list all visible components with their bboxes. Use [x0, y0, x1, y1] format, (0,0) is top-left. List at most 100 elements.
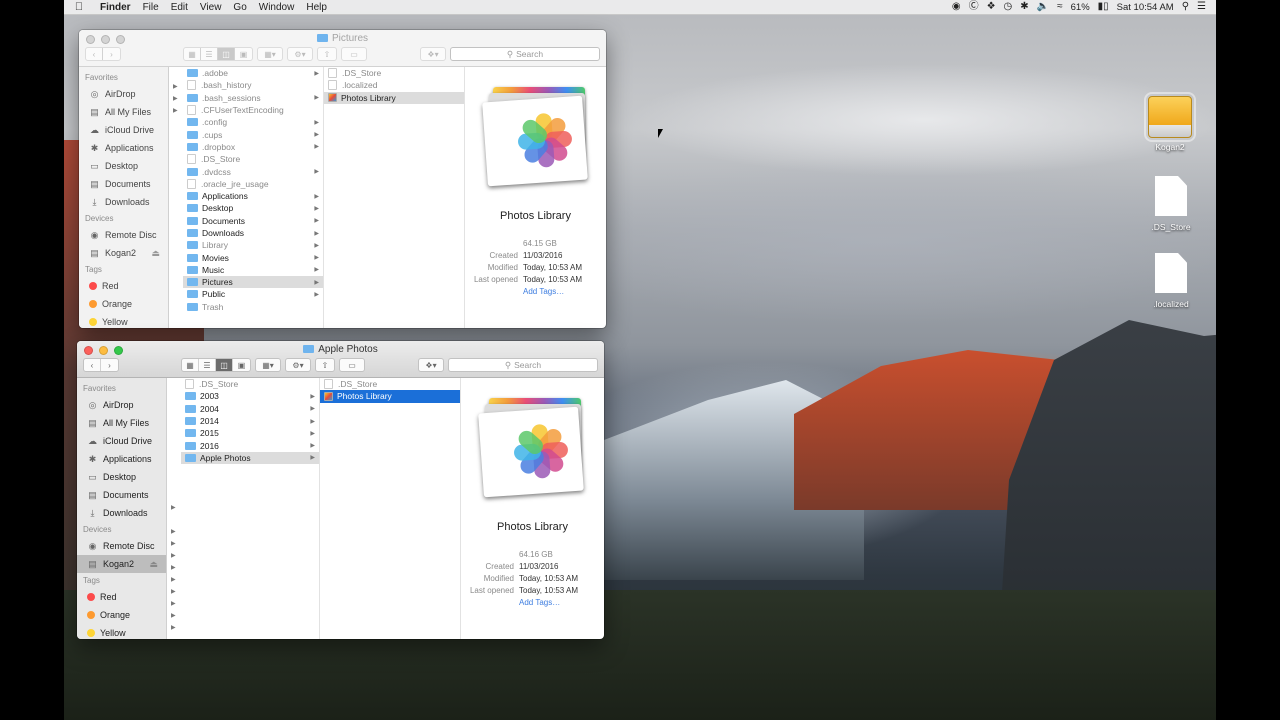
file-row[interactable]: .DS_Store: [183, 153, 323, 165]
file-row[interactable]: Trash: [183, 301, 323, 313]
dropbox-icon[interactable]: ❖: [987, 2, 996, 12]
action-gear-button[interactable]: ⚙▾: [287, 47, 313, 61]
search-field[interactable]: ⚲ Search: [450, 47, 600, 61]
file-row[interactable]: .bash_history: [183, 79, 323, 91]
disclosure-arrow-icon[interactable]: ▶: [173, 107, 178, 114]
column-view-button[interactable]: ◫: [216, 359, 233, 371]
volume-icon[interactable]: 🔈: [1037, 2, 1049, 12]
sidebar-tag-red[interactable]: Red: [79, 277, 168, 295]
file-row[interactable]: 2015 ▶: [181, 427, 319, 439]
sidebar-item-downloads[interactable]: ⤓ Downloads: [79, 193, 168, 211]
skype-icon[interactable]: Ⓒ: [969, 2, 979, 12]
dropbox-toolbar-button[interactable]: ❖▾: [418, 358, 444, 372]
disclosure-arrow-icon[interactable]: ▶: [171, 600, 176, 607]
desktop-icon-localized[interactable]: .localized: [1136, 253, 1206, 309]
sidebar-item-all-my-files[interactable]: ▤ All My Files: [77, 414, 166, 432]
file-row[interactable]: Photos Library: [320, 390, 460, 403]
share-button[interactable]: ⇧: [317, 47, 337, 61]
file-row[interactable]: 2003 ▶: [181, 390, 319, 402]
arrange-button[interactable]: ▦▾: [255, 358, 281, 372]
eject-icon[interactable]: ⏏: [151, 248, 160, 259]
sidebar-item-applications[interactable]: ✱ Applications: [79, 139, 168, 157]
file-row[interactable]: .cups ▶: [183, 128, 323, 140]
tags-button[interactable]: ▭: [341, 47, 367, 61]
sidebar-tag-yellow[interactable]: Yellow: [79, 313, 168, 328]
file-row[interactable]: Desktop ▶: [183, 202, 323, 214]
battery-percent[interactable]: 61%: [1071, 2, 1090, 13]
file-row[interactable]: Library ▶: [183, 239, 323, 251]
sidebar-item-documents[interactable]: ▤ Documents: [77, 486, 166, 504]
sidebar-item-icloud-drive[interactable]: ☁ iCloud Drive: [77, 432, 166, 450]
file-row[interactable]: .oracle_jre_usage: [183, 178, 323, 190]
dropbox-toolbar-button[interactable]: ❖▾: [420, 47, 446, 61]
wifi-icon[interactable]: ≈: [1057, 2, 1063, 12]
disclosure-arrow-icon[interactable]: ▶: [171, 564, 176, 571]
disclosure-arrow-icon[interactable]: ▶: [171, 528, 176, 535]
add-tags-link[interactable]: Add Tags…: [523, 287, 564, 296]
bluetooth-icon[interactable]: ✱: [1020, 2, 1028, 12]
disclosure-arrow-icon[interactable]: ▶: [171, 576, 176, 583]
forward-button[interactable]: ›: [103, 48, 120, 60]
disclosure-arrow-icon[interactable]: ▶: [171, 624, 176, 631]
file-row[interactable]: 2004 ▶: [181, 403, 319, 415]
disclosure-arrow-icon[interactable]: ▶: [171, 552, 176, 559]
file-row[interactable]: Applications ▶: [183, 190, 323, 202]
file-row[interactable]: Movies ▶: [183, 251, 323, 263]
finder-window-apple-photos[interactable]: Apple Photos ‹ › ▦ ☰ ◫ ▣ ▦▾ ⚙▾ ⇧ ▭ ❖▾ ⚲ Searc…: [77, 341, 604, 639]
file-row[interactable]: .dropbox ▶: [183, 141, 323, 153]
tags-button[interactable]: ▭: [339, 358, 365, 372]
file-row[interactable]: .DS_Store: [324, 67, 464, 79]
finder-window-pictures[interactable]: Pictures ‹ › ▦ ☰ ◫ ▣ ▦▾ ⚙▾ ⇧ ▭ ❖▾ ⚲ Search Fa…: [79, 30, 606, 328]
list-view-button[interactable]: ☰: [201, 48, 218, 60]
file-row[interactable]: Public ▶: [183, 288, 323, 300]
search-field[interactable]: ⚲ Search: [448, 358, 598, 372]
menu-file[interactable]: File: [137, 2, 165, 13]
back-button[interactable]: ‹: [86, 48, 103, 60]
file-row[interactable]: .adobe ▶: [183, 67, 323, 79]
notification-center-icon[interactable]: ☰: [1197, 2, 1206, 12]
sidebar-item-all-my-files[interactable]: ▤ All My Files: [79, 103, 168, 121]
sidebar-item-kogan2[interactable]: ▤ Kogan2 ⏏: [77, 555, 166, 573]
file-row[interactable]: Music ▶: [183, 264, 323, 276]
file-row[interactable]: 2016 ▶: [181, 439, 319, 451]
sidebar-item-remote-disc[interactable]: ◉ Remote Disc: [79, 226, 168, 244]
share-button[interactable]: ⇧: [315, 358, 335, 372]
record-icon[interactable]: ◉: [952, 2, 961, 12]
time-machine-icon[interactable]: ◷: [1004, 2, 1013, 12]
icon-view-button[interactable]: ▦: [182, 359, 199, 371]
battery-icon[interactable]: ▮▯: [1098, 2, 1109, 12]
coverflow-view-button[interactable]: ▣: [233, 359, 250, 371]
file-row[interactable]: .config ▶: [183, 116, 323, 128]
file-row[interactable]: Apple Photos ▶: [181, 451, 319, 465]
file-row[interactable]: .DS_Store: [181, 378, 319, 390]
arrange-button[interactable]: ▦▾: [257, 47, 283, 61]
sidebar-item-desktop[interactable]: ▭ Desktop: [79, 157, 168, 175]
eject-icon[interactable]: ⏏: [149, 559, 158, 570]
file-row[interactable]: .localized: [324, 79, 464, 91]
sidebar-item-airdrop[interactable]: ◎ AirDrop: [79, 85, 168, 103]
sidebar-item-applications[interactable]: ✱ Applications: [77, 450, 166, 468]
sidebar-tag-orange[interactable]: Orange: [77, 606, 166, 624]
sidebar-tag-orange[interactable]: Orange: [79, 295, 168, 313]
spotlight-icon[interactable]: ⚲: [1182, 2, 1189, 12]
desktop-icon-kogan2[interactable]: Kogan2: [1135, 92, 1205, 152]
back-button[interactable]: ‹: [84, 359, 101, 371]
clock[interactable]: Sat 10:54 AM: [1117, 2, 1174, 13]
add-tags-link[interactable]: Add Tags…: [519, 598, 560, 607]
menu-app-name[interactable]: Finder: [94, 2, 137, 13]
disclosure-arrow-icon[interactable]: ▶: [173, 95, 178, 102]
disclosure-arrow-icon[interactable]: ▶: [173, 83, 178, 90]
sidebar-item-desktop[interactable]: ▭ Desktop: [77, 468, 166, 486]
file-row[interactable]: .bash_sessions ▶: [183, 92, 323, 104]
disclosure-arrow-icon[interactable]: ▶: [171, 504, 176, 511]
sidebar-item-kogan2[interactable]: ▤ Kogan2 ⏏: [79, 244, 168, 262]
menu-window[interactable]: Window: [253, 2, 301, 13]
disclosure-arrow-icon[interactable]: ▶: [171, 540, 176, 547]
menu-view[interactable]: View: [194, 2, 228, 13]
file-row[interactable]: .dvdcss ▶: [183, 165, 323, 177]
file-row[interactable]: 2014 ▶: [181, 415, 319, 427]
sidebar-tag-yellow[interactable]: Yellow: [77, 624, 166, 639]
icon-view-button[interactable]: ▦: [184, 48, 201, 60]
list-view-button[interactable]: ☰: [199, 359, 216, 371]
column-view-button[interactable]: ◫: [218, 48, 235, 60]
